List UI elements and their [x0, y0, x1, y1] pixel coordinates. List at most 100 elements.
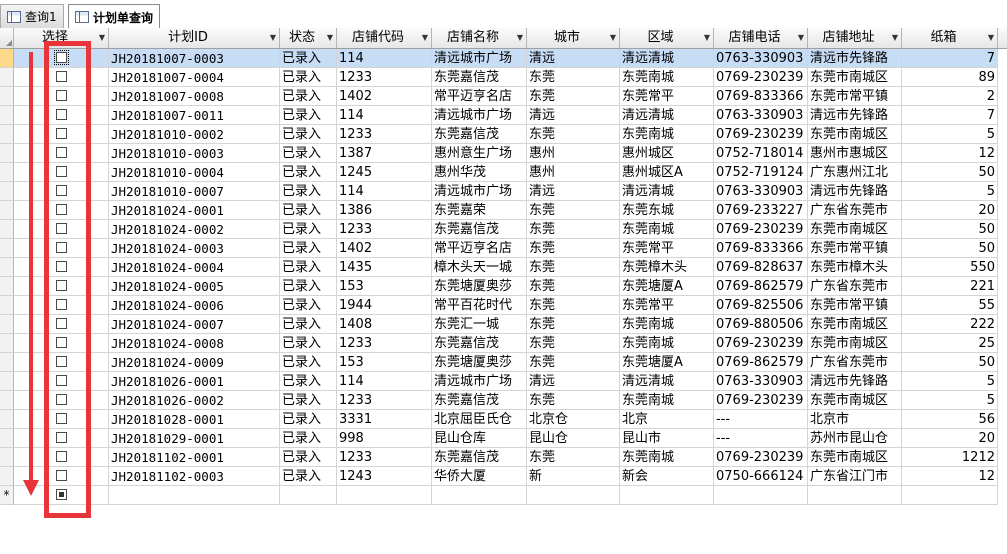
cell-region[interactable]: 东莞塘厦A — [620, 277, 714, 296]
cell-address[interactable]: 东莞市南城区 — [808, 315, 902, 334]
cell-status[interactable]: 已录入 — [280, 68, 337, 87]
cell-store_name[interactable]: 东莞汇一城 — [432, 315, 527, 334]
cell-boxes[interactable]: 55 — [902, 296, 998, 315]
cell-phone[interactable]: 0769-230239 — [714, 125, 808, 144]
cell-address[interactable]: 北京市 — [808, 410, 902, 429]
cell-city[interactable]: 东莞 — [527, 201, 620, 220]
record-selector[interactable] — [0, 144, 14, 163]
cell-plan_id[interactable]: JH20181010-0003 — [109, 144, 280, 163]
cell-region[interactable]: 东莞常平 — [620, 87, 714, 106]
cell-region[interactable]: 东莞南城 — [620, 391, 714, 410]
cell-address[interactable]: 东莞市常平镇 — [808, 239, 902, 258]
cell-store_name[interactable]: 东莞嘉信茂 — [432, 391, 527, 410]
cell-store_code[interactable]: 1233 — [337, 125, 432, 144]
cell-phone[interactable]: 0769-833366 — [714, 239, 808, 258]
table-row[interactable]: JH20181024-0001 已录入 1386 东莞嘉荣 东莞 东莞东城 0769-233… — [0, 201, 1007, 220]
cell-region[interactable]: 东莞南城 — [620, 68, 714, 87]
cell-city[interactable]: 清远 — [527, 182, 620, 201]
cell-boxes[interactable]: 50 — [902, 163, 998, 182]
cell-store_name[interactable]: 惠州华茂 — [432, 163, 527, 182]
cell-store_name[interactable]: 东莞嘉信茂 — [432, 334, 527, 353]
cell-phone[interactable]: --- — [714, 410, 808, 429]
cell-status[interactable]: 已录入 — [280, 144, 337, 163]
cell-city[interactable]: 东莞 — [527, 258, 620, 277]
cell-boxes[interactable]: 50 — [902, 220, 998, 239]
dropdown-arrow-icon[interactable]: ▼ — [99, 28, 105, 48]
record-selector[interactable] — [0, 106, 14, 125]
cell-store_name[interactable]: 东莞嘉信茂 — [432, 125, 527, 144]
cell-boxes[interactable]: 20 — [902, 429, 998, 448]
cell-phone[interactable]: 0769-233227 — [714, 201, 808, 220]
cell-store_code[interactable]: 1245 — [337, 163, 432, 182]
cell-phone[interactable]: 0769-230239 — [714, 448, 808, 467]
table-row[interactable]: JH20181026-0002 已录入 1233 东莞嘉信茂 东莞 东莞南城 0769-23… — [0, 391, 1007, 410]
table-row[interactable]: JH20181102-0001 已录入 1233 东莞嘉信茂 东莞 东莞南城 0769-23… — [0, 448, 1007, 467]
tab-query1[interactable]: 查询1 — [0, 4, 64, 28]
table-row[interactable]: JH20181010-0004 已录入 1245 惠州华茂 惠州 惠州城区A 0752-71… — [0, 163, 1007, 182]
cell-region[interactable]: 东莞东城 — [620, 201, 714, 220]
cell-region[interactable]: 北京 — [620, 410, 714, 429]
cell-phone[interactable]: 0769-880506 — [714, 315, 808, 334]
cell-plan_id[interactable]: JH20181029-0001 — [109, 429, 280, 448]
cell-store_name[interactable]: 北京屈臣氏仓 — [432, 410, 527, 429]
cell-plan_id[interactable]: JH20181024-0009 — [109, 353, 280, 372]
column-header-status[interactable]: 状态 ▼ — [280, 28, 337, 48]
cell-region[interactable]: 惠州城区A — [620, 163, 714, 182]
cell-store_code[interactable]: 153 — [337, 353, 432, 372]
new-cell-store_name[interactable] — [432, 486, 527, 505]
cell-status[interactable]: 已录入 — [280, 410, 337, 429]
cell-store_name[interactable]: 昆山仓库 — [432, 429, 527, 448]
cell-region[interactable]: 东莞南城 — [620, 334, 714, 353]
cell-store_name[interactable]: 东莞嘉信茂 — [432, 68, 527, 87]
new-cell-region[interactable] — [620, 486, 714, 505]
column-header-store_code[interactable]: 店铺代码 ▼ — [337, 28, 432, 48]
cell-status[interactable]: 已录入 — [280, 467, 337, 486]
cell-store_code[interactable]: 1944 — [337, 296, 432, 315]
table-row[interactable]: JH20181024-0002 已录入 1233 东莞嘉信茂 东莞 东莞南城 0769-23… — [0, 220, 1007, 239]
record-selector[interactable] — [0, 467, 14, 486]
cell-status[interactable]: 已录入 — [280, 429, 337, 448]
column-header-boxes[interactable]: 纸箱 ▼ — [902, 28, 998, 48]
cell-store_code[interactable]: 1233 — [337, 391, 432, 410]
cell-store_code[interactable]: 114 — [337, 49, 432, 68]
record-selector[interactable] — [0, 315, 14, 334]
cell-status[interactable]: 已录入 — [280, 163, 337, 182]
cell-store_code[interactable]: 998 — [337, 429, 432, 448]
cell-city[interactable]: 东莞 — [527, 296, 620, 315]
cell-address[interactable]: 东莞市南城区 — [808, 334, 902, 353]
cell-region[interactable]: 东莞南城 — [620, 125, 714, 144]
cell-boxes[interactable]: 7 — [902, 106, 998, 125]
record-selector[interactable] — [0, 277, 14, 296]
record-selector[interactable] — [0, 296, 14, 315]
table-row[interactable]: JH20181007-0008 已录入 1402 常平迈亨名店 东莞 东莞常平 0769-8… — [0, 87, 1007, 106]
dropdown-arrow-icon[interactable]: ▼ — [422, 28, 428, 48]
dropdown-arrow-icon[interactable]: ▼ — [327, 28, 333, 48]
new-cell-address[interactable] — [808, 486, 902, 505]
cell-status[interactable]: 已录入 — [280, 106, 337, 125]
cell-region[interactable]: 东莞南城 — [620, 220, 714, 239]
cell-address[interactable]: 东莞市南城区 — [808, 125, 902, 144]
cell-store_code[interactable]: 1386 — [337, 201, 432, 220]
record-selector[interactable] — [0, 372, 14, 391]
cell-plan_id[interactable]: JH20181010-0004 — [109, 163, 280, 182]
table-row[interactable]: JH20181026-0001 已录入 114 清远城市广场 清远 清远清城 0763-33… — [0, 372, 1007, 391]
cell-store_name[interactable]: 常平迈亨名店 — [432, 87, 527, 106]
column-header-address[interactable]: 店铺地址 ▼ — [808, 28, 902, 48]
cell-city[interactable]: 东莞 — [527, 87, 620, 106]
cell-region[interactable]: 东莞南城 — [620, 315, 714, 334]
cell-region[interactable]: 东莞常平 — [620, 239, 714, 258]
dropdown-arrow-icon[interactable]: ▼ — [704, 28, 710, 48]
cell-plan_id[interactable]: JH20181010-0007 — [109, 182, 280, 201]
cell-status[interactable]: 已录入 — [280, 391, 337, 410]
cell-plan_id[interactable]: JH20181026-0001 — [109, 372, 280, 391]
cell-status[interactable]: 已录入 — [280, 125, 337, 144]
record-selector[interactable] — [0, 429, 14, 448]
cell-address[interactable]: 东莞市樟木头 — [808, 258, 902, 277]
table-row[interactable]: JH20181024-0008 已录入 1233 东莞嘉信茂 东莞 东莞南城 0769-23… — [0, 334, 1007, 353]
cell-store_name[interactable]: 常平百花时代 — [432, 296, 527, 315]
cell-status[interactable]: 已录入 — [280, 334, 337, 353]
cell-address[interactable]: 清远市先锋路 — [808, 182, 902, 201]
tab-plan-query[interactable]: 计划单查询 — [68, 4, 160, 29]
cell-address[interactable]: 苏州市昆山仓 — [808, 429, 902, 448]
cell-city[interactable]: 东莞 — [527, 239, 620, 258]
